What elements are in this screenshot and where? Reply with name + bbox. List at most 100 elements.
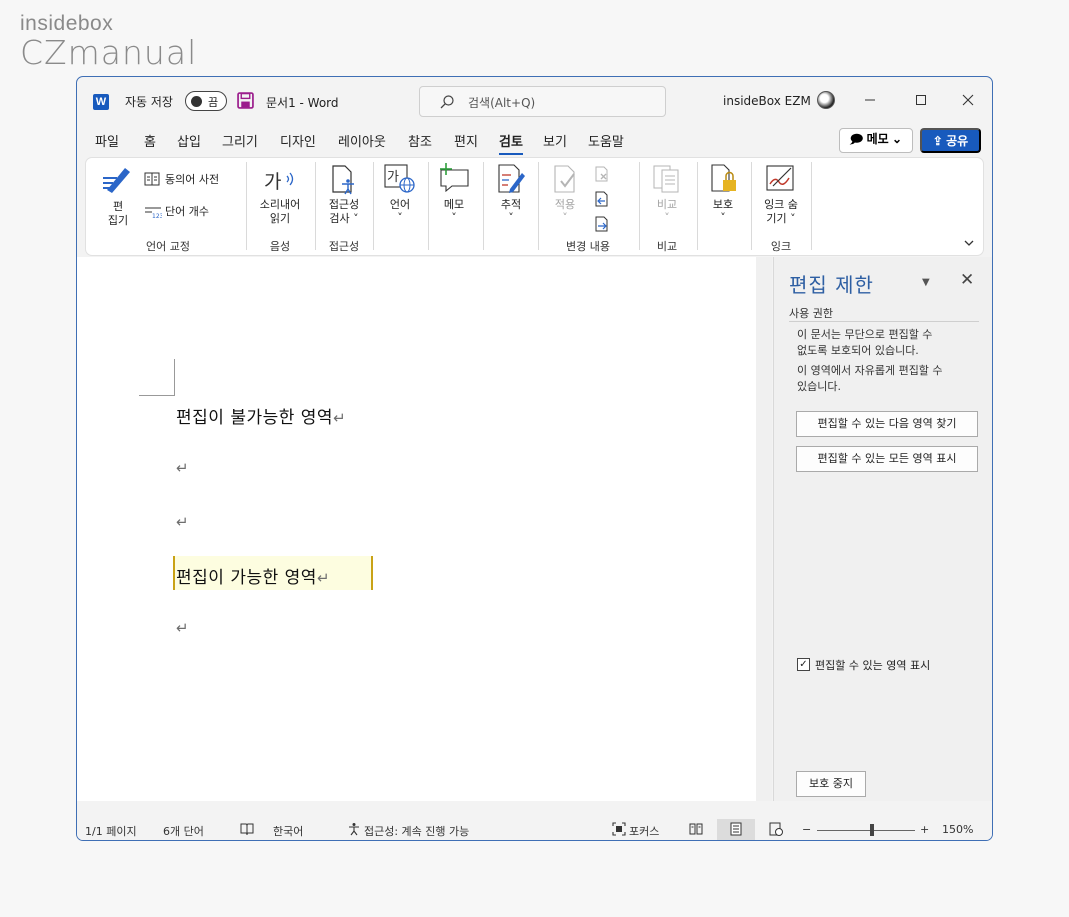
search-placeholder: 검색(Alt+Q) <box>468 96 536 110</box>
focus-icon[interactable] <box>612 822 626 836</box>
tab-home[interactable]: 홈 <box>144 131 156 150</box>
word-window: W 자동 저장 끔 문서1 - Word 검색(Alt+Q) insideBox… <box>76 76 993 841</box>
new-comment-icon <box>440 163 469 193</box>
zoom-slider-thumb[interactable] <box>870 824 874 836</box>
read-aloud-icon: 가 <box>264 171 294 192</box>
hide-ink-label-1: 잉크 숨 <box>764 198 798 211</box>
ribbon-collapse-chevron-down-icon[interactable] <box>962 236 976 250</box>
pane-close-icon[interactable]: ✕ <box>960 270 974 290</box>
tab-layout[interactable]: 레이아웃 <box>338 131 386 150</box>
watermark: insidebox CZmanual <box>20 12 197 70</box>
compare-chevron-down-icon: ˅ <box>664 211 670 224</box>
hide-ink-label-2: 기기 ˅ <box>766 212 796 225</box>
tab-view[interactable]: 보기 <box>543 131 567 150</box>
show-all-regions-button[interactable]: 편집할 수 있는 모든 영역 표시 <box>796 446 978 472</box>
read-aloud-label-1: 소리내어 <box>259 198 301 211</box>
comments-button[interactable]: 🗩 메모 ⌄ <box>839 128 913 153</box>
comments-chevron-down-icon: ˅ <box>451 211 457 224</box>
autosave-toggle[interactable]: 끔 <box>185 91 227 111</box>
watermark-line2: CZmanual <box>20 33 198 72</box>
group-separator <box>697 162 698 250</box>
maximize-icon[interactable] <box>911 90 931 110</box>
editor-label-2: 집기 <box>107 214 129 227</box>
accessibility-label-1: 접근성 <box>328 198 360 211</box>
accessibility-status-icon[interactable] <box>347 822 361 836</box>
tab-design[interactable]: 디자인 <box>280 131 316 150</box>
protect-label: 보호 <box>712 198 734 211</box>
accessibility-label-2: 검사 ˅ <box>329 212 359 225</box>
web-layout-icon[interactable] <box>769 822 783 836</box>
group-title-changes: 변경 내용 <box>566 240 610 253</box>
language-icon: 가 <box>384 164 415 193</box>
accessibility-status[interactable]: 접근성: 계속 진행 가능 <box>364 823 469 839</box>
pane-options-chevron-down-icon[interactable]: ▼ <box>922 277 930 288</box>
share-button[interactable]: ⇪ 공유 <box>920 128 981 153</box>
editor-pen-icon <box>103 168 130 193</box>
non-editable-line[interactable]: 편집이 불가능한 영역↵ <box>176 403 346 428</box>
svg-text:가: 가 <box>264 171 281 192</box>
group-separator <box>428 162 429 250</box>
user-name[interactable]: insideBox EZM <box>723 94 811 108</box>
find-next-region-button[interactable]: 편집할 수 있는 다음 영역 찾기 <box>796 411 978 437</box>
language-status[interactable]: 한국어 <box>273 823 303 839</box>
next-change-icon[interactable] <box>594 216 610 232</box>
group-separator <box>483 162 484 250</box>
avatar[interactable] <box>817 91 835 109</box>
read-mode-icon[interactable] <box>689 822 703 836</box>
share-icon: ⇪ <box>932 134 947 148</box>
tracking-label: 추적 <box>500 198 522 211</box>
svg-text:123: 123 <box>152 213 162 219</box>
tab-help[interactable]: 도움말 <box>588 131 624 150</box>
vertical-scrollbar[interactable] <box>756 257 772 801</box>
search-box[interactable]: 검색(Alt+Q) <box>419 86 666 117</box>
language-chevron-down-icon: ˅ <box>397 211 403 224</box>
autosave-state: 끔 <box>208 96 219 109</box>
highlight-regions-label: 편집할 수 있는 영역 표시 <box>815 659 931 672</box>
zoom-out-button[interactable]: − <box>802 823 811 836</box>
group-separator <box>315 162 316 250</box>
toggle-knob <box>191 96 202 107</box>
minimize-icon[interactable] <box>860 90 880 110</box>
accept-change-icon <box>554 165 575 193</box>
tab-file[interactable]: 파일 <box>95 131 119 150</box>
print-layout-icon[interactable] <box>729 822 743 836</box>
paragraph-mark-icon: ↵ <box>316 569 331 587</box>
previous-change-icon[interactable] <box>594 191 610 207</box>
tracking-chevron-down-icon: ˅ <box>508 211 514 224</box>
word-count[interactable]: 6개 단어 <box>163 823 204 839</box>
tab-insert[interactable]: 삽입 <box>177 131 201 150</box>
comment-icon: 🗩 <box>849 132 867 146</box>
tab-draw[interactable]: 그리기 <box>222 131 258 150</box>
page-count[interactable]: 1/1 페이지 <box>85 823 137 839</box>
group-separator <box>373 162 374 250</box>
hide-ink-icon <box>766 165 794 191</box>
comments-group-label: 메모 <box>443 198 465 211</box>
highlight-regions-checkbox[interactable]: ✓ <box>797 658 810 671</box>
close-icon[interactable] <box>958 90 978 110</box>
tab-mailings[interactable]: 편지 <box>454 131 478 150</box>
reject-change-icon[interactable] <box>594 166 610 182</box>
language-label: 언어 <box>389 198 411 211</box>
pane-text-line: 이 문서는 무단으로 편집할 수 <box>797 328 933 341</box>
accept-label: 적용 <box>554 198 576 211</box>
pane-title: 편집 제한 <box>789 273 874 297</box>
zoom-in-button[interactable]: + <box>920 823 929 836</box>
group-separator <box>639 162 640 250</box>
zoom-slider[interactable] <box>817 830 915 831</box>
save-icon[interactable] <box>237 92 254 109</box>
tab-references[interactable]: 참조 <box>408 131 432 150</box>
paragraph-mark-icon: ↵ <box>176 513 190 531</box>
tab-review[interactable]: 검토 <box>499 131 523 155</box>
editable-line[interactable]: 편집이 가능한 영역↵ <box>176 563 330 588</box>
proofing-book-icon[interactable] <box>240 822 254 836</box>
focus-label[interactable]: 포커스 <box>629 823 659 839</box>
group-title-compare: 비교 <box>656 240 678 253</box>
zoom-level[interactable]: 150% <box>942 823 973 836</box>
ribbon: 편 집기 동의어 사전 123 단어 개수 언어 교정 가 소리내어 읽기 <box>85 157 984 256</box>
margin-crop-mark <box>139 395 175 396</box>
divider <box>789 321 979 322</box>
stop-protection-button[interactable]: 보호 중지 <box>796 771 866 797</box>
paragraph-mark-icon: ↵ <box>176 459 190 477</box>
comments-label: 메모 <box>866 132 889 146</box>
read-aloud-label-2: 읽기 <box>269 212 291 225</box>
